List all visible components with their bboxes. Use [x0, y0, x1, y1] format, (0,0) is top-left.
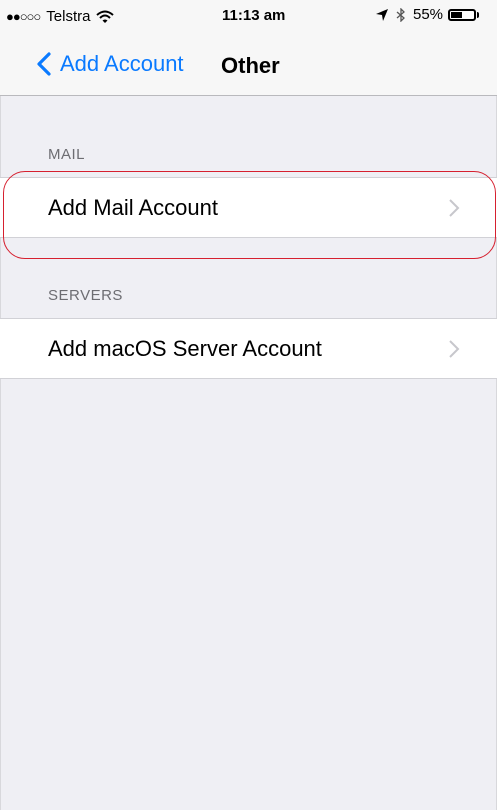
page-title: Other: [221, 53, 280, 78]
battery-body: [448, 8, 477, 21]
status-time: 11:13 am: [222, 7, 286, 24]
add-macos-server-account-row[interactable]: Add macOS Server Account: [0, 318, 497, 379]
chevron-right-icon: [449, 340, 460, 358]
bluetooth-icon: [396, 7, 405, 22]
battery-icon: [448, 8, 480, 21]
signal-strength: ●●○○○: [6, 9, 41, 24]
back-button[interactable]: Add Account: [36, 51, 184, 77]
status-left: ●●○○○ Telstra: [6, 8, 115, 25]
battery-tip: [477, 11, 480, 18]
chevron-right-icon: [449, 199, 460, 217]
row-label: Add Mail Account: [48, 195, 218, 220]
section-header-mail: MAIL: [48, 146, 86, 163]
location-icon: [376, 8, 388, 21]
battery-percent: 55%: [413, 6, 444, 23]
status-right: 55%: [375, 6, 480, 23]
status-bar: ●●○○○ Telstra 11:13 am 55%: [0, 0, 497, 32]
battery-fill: [451, 11, 463, 18]
section-header-servers: SERVERS: [48, 287, 123, 304]
row-label: Add macOS Server Account: [48, 336, 322, 361]
chevron-left-icon: [37, 52, 51, 76]
add-mail-account-row[interactable]: Add Mail Account: [0, 177, 497, 238]
settings-screen: ●●○○○ Telstra 11:13 am 55% Add Account O…: [0, 0, 497, 810]
carrier-name: Telstra: [46, 8, 91, 25]
wifi-icon: [96, 10, 115, 23]
back-button-label: Add Account: [60, 51, 184, 76]
navigation-bar: Add Account Other: [0, 32, 497, 96]
